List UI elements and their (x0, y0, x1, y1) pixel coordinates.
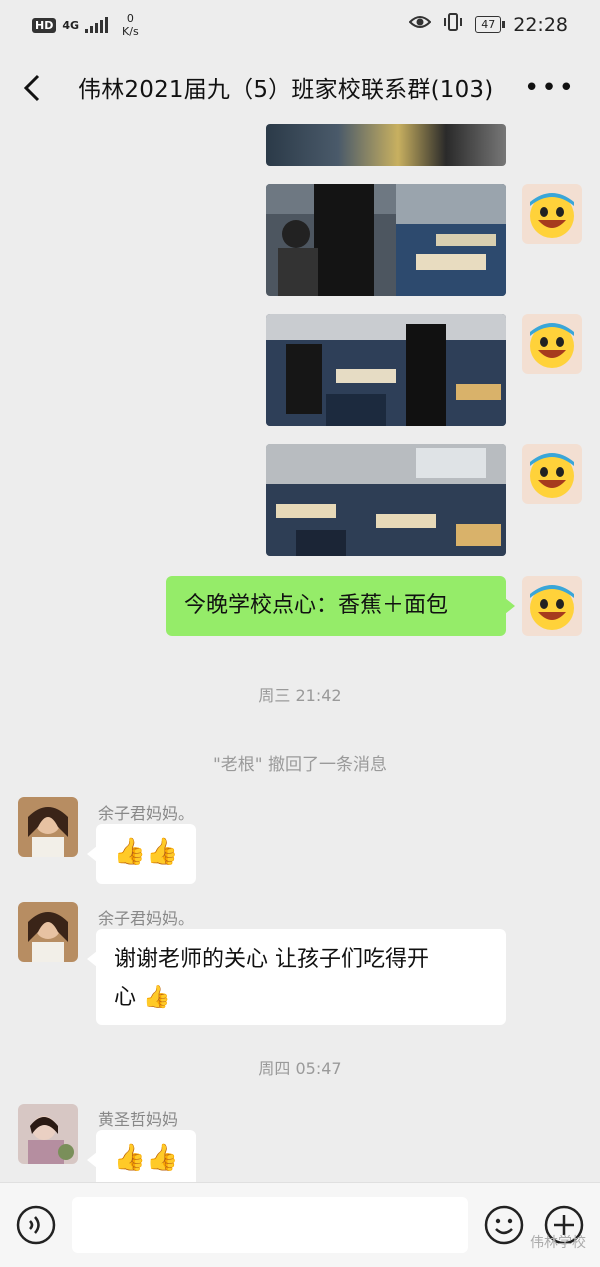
sender-name: 黄圣哲妈妈 (98, 1110, 179, 1129)
message-line: 谢谢老师的关心 让孩子们吃得开 (114, 947, 429, 972)
photo-message[interactable] (266, 124, 506, 166)
status-left: HD 4G 0 K/s (32, 12, 139, 38)
photo-message[interactable] (266, 444, 506, 556)
timestamp: 周三 21:42 (258, 686, 342, 705)
chat-header: 伟林2021届九（5）班家校联系群(103) ••• (0, 52, 600, 124)
outgoing-message[interactable]: 今晚学校点心：香蕉＋面包 (166, 576, 515, 636)
sender-name: 余子君妈妈。 (98, 804, 195, 823)
sender-avatar[interactable] (18, 797, 78, 857)
speed-unit: K/s (122, 25, 139, 38)
my-avatar[interactable] (522, 444, 582, 504)
clock: 22:28 (513, 13, 568, 36)
incoming-message[interactable]: 👍👍 (87, 824, 196, 884)
photo-message[interactable] (266, 314, 506, 426)
message-line: 心 👍 (114, 985, 171, 1010)
voice-icon[interactable] (16, 1205, 56, 1245)
input-bar (0, 1182, 600, 1267)
chat-title: 伟林2021届九（5）班家校联系群(103) (78, 77, 494, 103)
network-speed: 0 K/s (122, 12, 139, 38)
sender-avatar[interactable] (18, 902, 78, 962)
sender-name: 余子君妈妈。 (98, 909, 195, 928)
emoji-icon[interactable] (484, 1205, 524, 1245)
hd-badge: HD (32, 17, 57, 33)
vibrate-icon (443, 12, 463, 37)
speed-value: 0 (126, 12, 134, 25)
status-bar: HD 4G 0 K/s 47 22:28 (0, 0, 600, 52)
incoming-message[interactable]: 👍👍 (87, 1130, 196, 1182)
my-avatar[interactable] (522, 314, 582, 374)
thumbs-up-icon: 👍👍 (113, 837, 179, 867)
sender-avatar[interactable] (18, 1104, 78, 1164)
photo-message[interactable] (266, 184, 506, 296)
status-right: 47 22:28 (408, 12, 568, 37)
back-chevron-icon[interactable] (18, 68, 54, 108)
my-avatar[interactable] (522, 184, 582, 244)
eye-icon (408, 14, 432, 35)
network-type: 4G (62, 18, 80, 32)
signal-icon (85, 17, 109, 33)
thumbs-up-icon: 👍👍 (113, 1143, 179, 1173)
more-dots-icon[interactable]: ••• (524, 74, 576, 102)
battery-indicator: 47 (475, 16, 506, 33)
incoming-message[interactable]: 谢谢老师的关心 让孩子们吃得开 心 👍 (87, 929, 506, 1025)
watermark: 伟林学校 (530, 1235, 586, 1251)
recall-notice: "老根" 撤回了一条消息 (212, 755, 388, 775)
my-avatar[interactable] (522, 576, 582, 636)
timestamp: 周四 05:47 (258, 1059, 342, 1078)
message-input[interactable] (72, 1197, 468, 1253)
